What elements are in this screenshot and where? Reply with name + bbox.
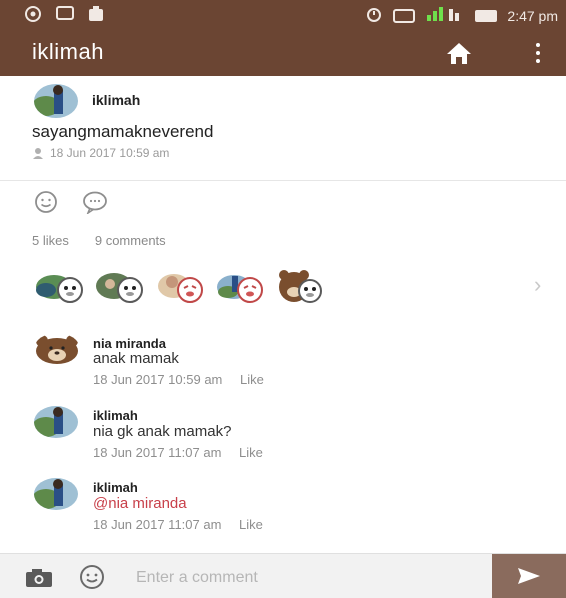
comment-input-bar [0, 553, 566, 598]
comment-like-button[interactable]: Like [240, 372, 264, 387]
post-author-name[interactable]: iklimah [92, 92, 140, 108]
alarm-icon [365, 6, 383, 25]
comment-text: nia gk anak mamak? [93, 423, 232, 440]
comment-text: anak mamak [93, 350, 179, 367]
comment-author[interactable]: iklimah [93, 408, 138, 423]
comment-icon [83, 191, 107, 216]
status-time: 2:47 pm [507, 7, 558, 24]
overflow-menu-button[interactable] [528, 40, 548, 66]
battery-icon [475, 9, 498, 22]
chevron-right-icon[interactable]: › [534, 272, 541, 298]
app-icon [88, 6, 104, 25]
post-timestamp: 18 Jun 2017 10:59 am [50, 146, 170, 160]
liker-avatar[interactable] [34, 266, 88, 308]
comment-like-button[interactable]: Like [239, 445, 263, 460]
comment-meta: 18 Jun 2017 11:07 am Like [93, 517, 263, 532]
divider [0, 180, 566, 181]
home-icon [447, 43, 471, 64]
send-icon [518, 568, 540, 584]
comment-mention[interactable]: @nia miranda [93, 495, 187, 512]
signal-icon [425, 6, 465, 25]
page-title: iklimah [32, 39, 104, 64]
comment-input[interactable] [134, 566, 458, 590]
comment-avatar[interactable] [34, 333, 80, 365]
camera-icon [26, 569, 52, 587]
post-author-avatar[interactable] [34, 84, 78, 118]
status-bar: 2:47 pm [0, 0, 566, 30]
liker-avatar[interactable] [94, 266, 148, 308]
overflow-menu-icon [536, 43, 540, 47]
likes-count[interactable]: 5 likes [32, 233, 69, 248]
comment-timestamp: 18 Jun 2017 11:07 am [93, 517, 222, 532]
post-stats: 5 likes 9 comments [32, 233, 166, 248]
comment-action-button[interactable] [82, 190, 107, 216]
liker-avatar[interactable] [214, 266, 268, 308]
comment-timestamp: 18 Jun 2017 11:07 am [93, 445, 222, 460]
smile-icon [35, 191, 57, 213]
comment-author[interactable]: nia miranda [93, 336, 166, 351]
like-reaction-button[interactable] [34, 190, 58, 214]
comment-like-button[interactable]: Like [239, 517, 263, 532]
home-button[interactable] [444, 40, 474, 66]
emoji-button[interactable] [79, 564, 105, 590]
comments-count[interactable]: 9 comments [95, 233, 166, 248]
whatsapp-icon [24, 6, 42, 25]
send-button[interactable] [492, 554, 566, 598]
camera-button[interactable] [24, 568, 60, 588]
data-icon [393, 8, 416, 23]
comment-meta: 18 Jun 2017 11:07 am Like [93, 445, 263, 460]
comment-meta: 18 Jun 2017 10:59 am Like [93, 372, 264, 387]
likers-row[interactable] [34, 266, 328, 308]
user-icon [33, 148, 43, 159]
emoji-icon [80, 565, 104, 589]
message-icon [56, 6, 74, 20]
comment-avatar[interactable] [34, 406, 78, 438]
liker-avatar[interactable] [274, 266, 328, 308]
post-actions [34, 190, 107, 216]
app-bar: iklimah [0, 30, 566, 76]
liker-avatar[interactable] [154, 266, 208, 308]
comment-author[interactable]: iklimah [93, 480, 138, 495]
comment-avatar[interactable] [34, 478, 78, 510]
post-meta: 18 Jun 2017 10:59 am [32, 146, 169, 160]
comment-timestamp: 18 Jun 2017 10:59 am [93, 372, 223, 387]
post-text: sayangmamakneverend [32, 122, 214, 141]
